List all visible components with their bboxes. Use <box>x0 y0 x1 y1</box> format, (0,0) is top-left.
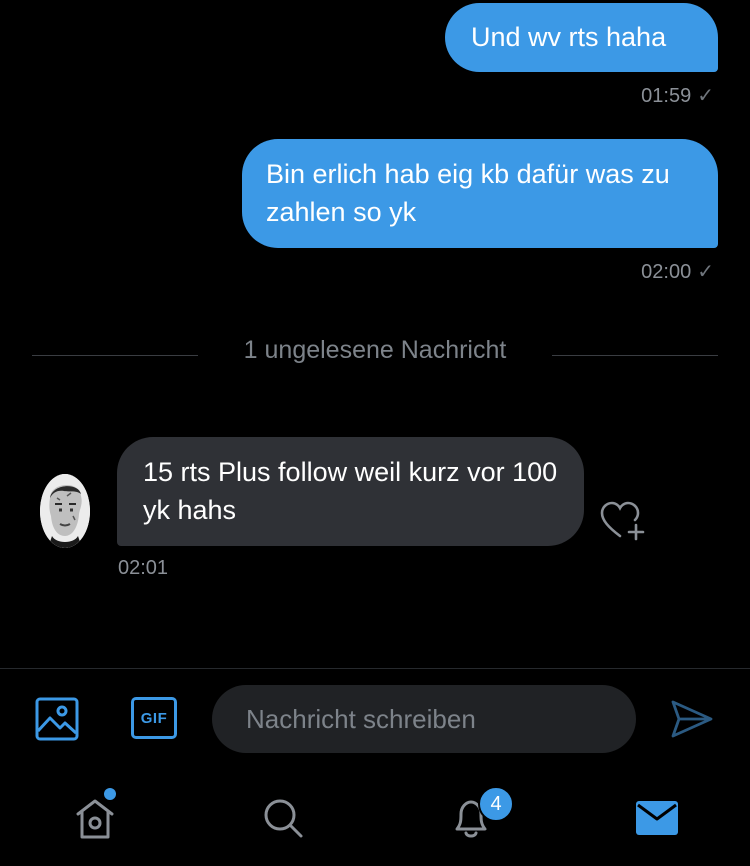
message-text: 15 rts Plus follow weil kurz vor 100 yk … <box>143 457 558 525</box>
mail-icon[interactable] <box>635 800 679 841</box>
home-icon[interactable] <box>72 796 118 845</box>
composer-divider <box>0 668 750 669</box>
message-bubble-incoming[interactable]: 15 rts Plus follow weil kurz vor 100 yk … <box>117 437 584 546</box>
message-timestamp: 02:01 <box>118 557 168 580</box>
message-timestamp: 01:59 ✓ <box>641 83 714 108</box>
message-text: Bin erlich hab eig kb dafür was zu zahle… <box>266 159 670 227</box>
message-text: Und wv rts haha <box>471 22 667 52</box>
gif-label: GIF <box>140 709 168 727</box>
timestamp-text: 02:01 <box>118 557 169 579</box>
divider-line-right <box>552 355 718 356</box>
timestamp-text: 01:59 <box>641 85 692 107</box>
message-bubble-outgoing[interactable]: Bin erlich hab eig kb dafür was zu zahle… <box>242 139 718 248</box>
notification-badge: 4 <box>478 786 514 822</box>
timestamp-text: 02:00 <box>641 261 692 283</box>
send-icon[interactable] <box>670 699 714 744</box>
check-icon: ✓ <box>697 85 714 107</box>
gif-icon[interactable]: GIF <box>131 697 177 739</box>
search-icon[interactable] <box>262 797 304 844</box>
message-bubble-outgoing[interactable]: Und wv rts haha <box>445 3 718 72</box>
message-timestamp: 02:00 ✓ <box>641 259 714 284</box>
unread-divider: 1 ungelesene Nachricht <box>243 336 507 364</box>
check-icon: ✓ <box>697 261 714 283</box>
heart-plus-icon[interactable] <box>598 498 650 551</box>
message-input[interactable] <box>212 685 636 753</box>
avatar[interactable] <box>40 474 90 548</box>
image-icon[interactable] <box>35 697 79 746</box>
home-notification-dot <box>104 788 116 800</box>
avatar-image <box>40 474 90 548</box>
